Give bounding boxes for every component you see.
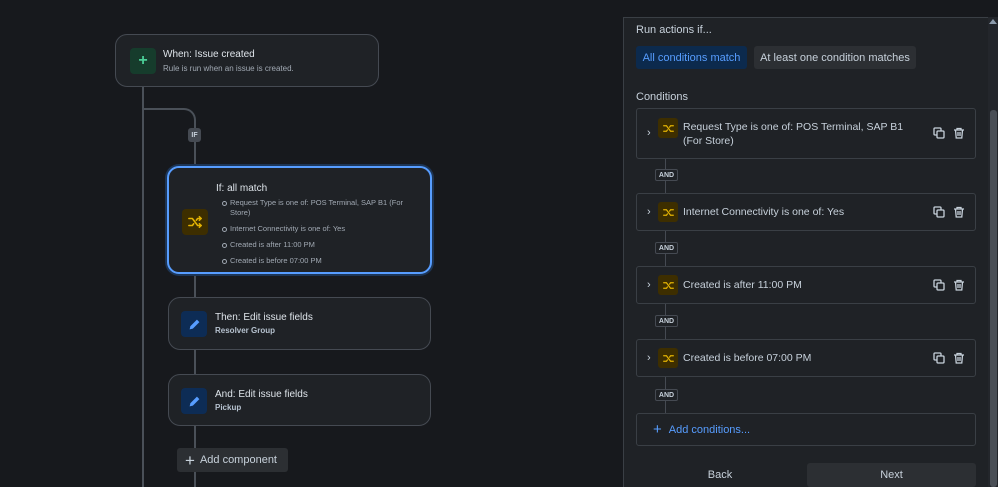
flow-line-tail bbox=[194, 472, 196, 487]
action-subtitle: Resolver Group bbox=[215, 326, 276, 335]
condition-text: Internet Connectivity is one of: Yes bbox=[683, 206, 845, 218]
condition-row[interactable]: › Created is after 11:00 PM bbox=[636, 266, 976, 304]
scrollbar-thumb[interactable] bbox=[990, 110, 997, 487]
trigger-card[interactable]: + When: Issue created Rule is run when a… bbox=[115, 34, 379, 87]
action-title: Then: Edit issue fields bbox=[215, 312, 313, 323]
condition-summary-item: Created is before 07:00 PM bbox=[222, 256, 422, 266]
condition-row[interactable]: › Request Type is one of: POS Terminal, … bbox=[636, 108, 976, 159]
shuffle-icon bbox=[182, 209, 208, 235]
condition-summary-list: Request Type is one of: POS Terminal, SA… bbox=[222, 198, 422, 272]
condition-card[interactable]: If: all match Request Type is one of: PO… bbox=[167, 166, 432, 274]
and-connector: AND bbox=[655, 242, 678, 254]
plus-icon: + bbox=[185, 450, 195, 470]
all-conditions-match-toggle[interactable]: All conditions match bbox=[636, 46, 747, 69]
condition-row[interactable]: › Created is before 07:00 PM bbox=[636, 339, 976, 377]
any-condition-matches-toggle[interactable]: At least one condition matches bbox=[754, 46, 916, 69]
condition-summary-item: Request Type is one of: POS Terminal, SA… bbox=[222, 198, 422, 218]
and-connector: AND bbox=[655, 389, 678, 401]
add-component-button[interactable]: + Add component bbox=[177, 448, 288, 472]
flow-line-add bbox=[194, 426, 196, 448]
chevron-right-icon[interactable]: › bbox=[647, 279, 651, 291]
action-title: And: Edit issue fields bbox=[215, 389, 308, 400]
condition-text: Created is before 07:00 PM bbox=[683, 352, 812, 364]
copy-icon[interactable] bbox=[933, 279, 945, 291]
condition-row[interactable]: › Internet Connectivity is one of: Yes bbox=[636, 193, 976, 231]
plus-icon: + bbox=[653, 421, 662, 438]
chevron-right-icon[interactable]: › bbox=[647, 127, 651, 139]
back-button[interactable]: Back bbox=[636, 463, 804, 487]
trigger-title: When: Issue created bbox=[163, 49, 255, 60]
copy-icon[interactable] bbox=[933, 352, 945, 364]
conditions-label: Conditions bbox=[636, 91, 688, 103]
shuffle-icon bbox=[658, 348, 678, 368]
trash-icon[interactable] bbox=[953, 127, 965, 139]
and-connector: AND bbox=[655, 169, 678, 181]
action-card-then[interactable]: Then: Edit issue fields Resolver Group bbox=[168, 297, 431, 350]
shuffle-icon bbox=[658, 118, 678, 138]
pencil-icon bbox=[181, 388, 207, 414]
copy-icon[interactable] bbox=[933, 127, 945, 139]
flow-line-main bbox=[142, 86, 144, 487]
trash-icon[interactable] bbox=[953, 206, 965, 218]
chevron-right-icon[interactable]: › bbox=[647, 206, 651, 218]
trash-icon[interactable] bbox=[953, 279, 965, 291]
flow-line-then bbox=[194, 274, 196, 297]
and-connector: AND bbox=[655, 315, 678, 327]
condition-summary-item: Created is after 11:00 PM bbox=[222, 240, 422, 250]
shuffle-icon bbox=[658, 275, 678, 295]
condition-text: Request Type is one of: POS Terminal, SA… bbox=[683, 121, 904, 147]
add-conditions-button[interactable]: + Add conditions... bbox=[636, 413, 976, 446]
shuffle-icon bbox=[658, 202, 678, 222]
chevron-right-icon[interactable]: › bbox=[647, 352, 651, 364]
add-conditions-label: Add conditions... bbox=[668, 423, 751, 436]
if-badge: IF bbox=[188, 128, 201, 142]
condition-title: If: all match bbox=[216, 183, 268, 194]
next-button[interactable]: Next bbox=[807, 463, 976, 487]
action-subtitle: Pickup bbox=[215, 403, 242, 412]
flow-line-and bbox=[194, 350, 196, 374]
copy-icon[interactable] bbox=[933, 206, 945, 218]
scroll-up-icon[interactable] bbox=[989, 19, 997, 24]
plus-icon: + bbox=[130, 48, 156, 74]
run-actions-label: Run actions if... bbox=[636, 24, 712, 36]
action-card-and[interactable]: And: Edit issue fields Pickup bbox=[168, 374, 431, 426]
trash-icon[interactable] bbox=[953, 352, 965, 364]
condition-text: Created is after 11:00 PM bbox=[683, 279, 802, 291]
condition-summary-item: Internet Connectivity is one of: Yes bbox=[222, 224, 422, 234]
pencil-icon bbox=[181, 311, 207, 337]
add-component-label: Add component bbox=[199, 454, 277, 466]
trigger-subtitle: Rule is run when an issue is created. bbox=[163, 64, 294, 73]
